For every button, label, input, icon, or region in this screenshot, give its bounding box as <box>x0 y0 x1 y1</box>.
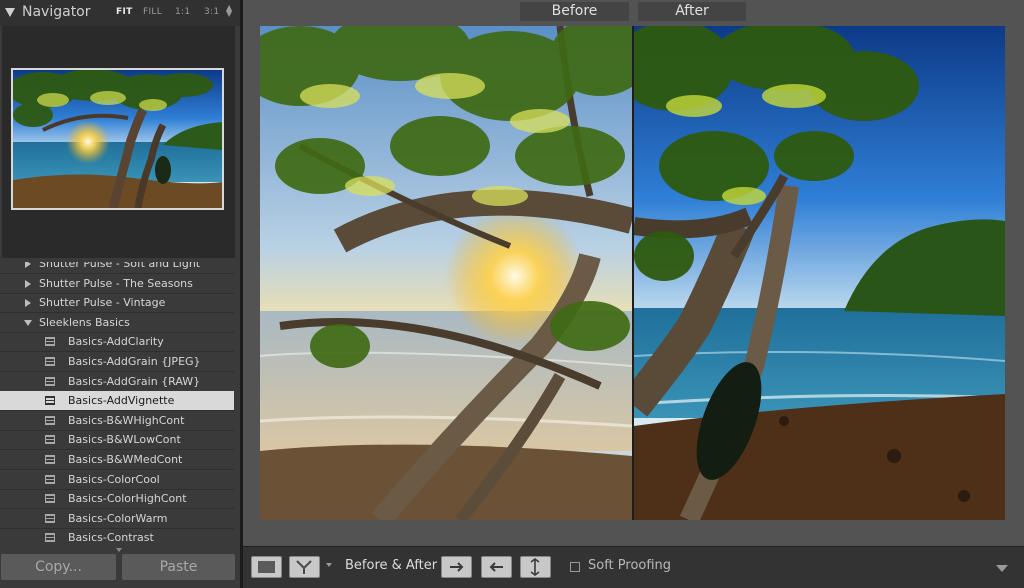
after-label: After <box>638 2 746 21</box>
presets-list: Shutter Pulse - Soft and Light Shutter Pu… <box>0 262 236 547</box>
preset-item[interactable]: Basics-Contrast <box>0 528 234 547</box>
navigator-title: Navigator <box>22 4 91 20</box>
toolbar-menu-icon[interactable] <box>996 565 1008 572</box>
before-after-label: Before & After : <box>345 558 446 573</box>
before-image[interactable] <box>260 26 632 520</box>
left-panel: Navigator FIT FILL 1:1 3:1 ▲ ▼ Shutter P… <box>0 0 240 588</box>
preset-item-label: Basics-B&WLowCont <box>68 433 181 447</box>
loupe-view-button[interactable] <box>251 556 282 578</box>
collapsed-triangle-icon[interactable] <box>25 279 31 288</box>
zoom-menu-arrows-icon[interactable]: ▲ ▼ <box>226 4 232 18</box>
preset-item-label: Basics-AddGrain {JPEG} <box>68 355 201 368</box>
after-image[interactable] <box>634 26 1005 520</box>
preset-item[interactable]: Basics-B&WHighCont <box>0 411 234 431</box>
collapse-triangle-icon[interactable] <box>5 8 15 17</box>
preset-item[interactable]: Basics-ColorCool <box>0 470 234 490</box>
preset-icon <box>45 474 55 484</box>
preset-item-label: Basics-B&WHighCont <box>68 413 185 427</box>
toolbar: Before & After : Soft Proofing <box>243 546 1024 588</box>
copy-after-to-before-button[interactable] <box>481 556 512 578</box>
soft-proofing-checkbox[interactable] <box>570 562 580 572</box>
zoom-fit-option[interactable]: FIT <box>116 7 133 17</box>
before-label: Before <box>520 2 629 21</box>
preset-group[interactable]: Shutter Pulse - Soft and Light <box>0 262 234 274</box>
preset-item[interactable]: Basics-ColorHighCont <box>0 489 234 510</box>
navigator-header[interactable]: Navigator FIT FILL 1:1 3:1 ▲ ▼ <box>0 0 240 26</box>
zoom-3-1-option[interactable]: 3:1 <box>204 7 219 17</box>
preset-item[interactable]: Basics-AddGrain {RAW} <box>0 372 234 392</box>
copy-before-to-after-button[interactable] <box>441 556 472 578</box>
preset-item-label: Basics-AddClarity <box>68 335 164 349</box>
preset-item-label: Basics-ColorHighCont <box>68 492 187 506</box>
swap-arrows-icon <box>530 558 540 576</box>
preset-icon <box>45 435 55 445</box>
navigator-thumbnail[interactable] <box>11 68 224 210</box>
preset-item[interactable]: Basics-B&WMedCont <box>0 450 234 470</box>
before-after-mode-button[interactable] <box>289 556 320 578</box>
preset-item-label: Basics-AddGrain {RAW} <box>68 374 201 388</box>
before-after-split-icon <box>296 560 312 574</box>
preset-icon <box>45 494 55 504</box>
soft-proofing-label[interactable]: Soft Proofing <box>588 558 671 573</box>
collapsed-triangle-icon[interactable] <box>25 299 31 308</box>
compare-view: Before After <box>243 0 1024 546</box>
preset-group-label: Shutter Pulse - The Seasons <box>39 276 193 290</box>
preset-icon <box>45 337 55 347</box>
zoom-1-1-option[interactable]: 1:1 <box>175 7 190 17</box>
arrow-left-icon <box>489 562 503 572</box>
swap-before-after-button[interactable] <box>520 556 551 578</box>
preset-icon <box>45 396 55 406</box>
preset-group[interactable]: Shutter Pulse - Vintage <box>0 293 234 314</box>
preset-icon <box>45 513 55 523</box>
paste-button[interactable]: Paste <box>122 554 235 580</box>
preset-icon <box>45 376 55 386</box>
loupe-view-icon <box>258 561 275 573</box>
preset-icon <box>45 415 55 425</box>
expanded-triangle-icon[interactable] <box>24 319 32 326</box>
preset-item-label: Basics-B&WMedCont <box>68 453 183 466</box>
preset-item[interactable]: Basics-B&WLowCont <box>0 430 234 451</box>
collapsed-triangle-icon[interactable] <box>25 262 31 268</box>
scroll-down-indicator-icon[interactable] <box>116 548 122 552</box>
preset-icon <box>45 357 55 366</box>
preset-item[interactable]: Basics-AddVignette <box>0 391 234 412</box>
preset-item-label: Basics-ColorCool <box>68 472 160 486</box>
preset-group-label: Shutter Pulse - Vintage <box>39 296 166 310</box>
preset-icon <box>45 455 55 464</box>
preset-icon <box>45 533 55 543</box>
preset-group[interactable]: Sleeklens Basics <box>0 313 234 333</box>
preset-item-label: Basics-AddVignette <box>68 394 175 408</box>
zoom-fill-option[interactable]: FILL <box>143 7 162 17</box>
preset-item[interactable]: Basics-AddClarity <box>0 332 234 353</box>
preset-item[interactable]: Basics-AddGrain {JPEG} <box>0 352 234 372</box>
arrow-right-icon <box>450 562 464 572</box>
preset-item[interactable]: Basics-ColorWarm <box>0 509 234 529</box>
preset-group-label: Sleeklens Basics <box>39 315 130 329</box>
preset-group-label: Shutter Pulse - Soft and Light <box>39 262 201 270</box>
preset-group[interactable]: Shutter Pulse - The Seasons <box>0 274 234 294</box>
copy-button[interactable]: Copy... <box>1 554 116 580</box>
mode-dropdown-icon[interactable] <box>326 563 332 567</box>
preset-item-label: Basics-Contrast <box>68 531 154 545</box>
preset-item-label: Basics-ColorWarm <box>68 511 168 525</box>
